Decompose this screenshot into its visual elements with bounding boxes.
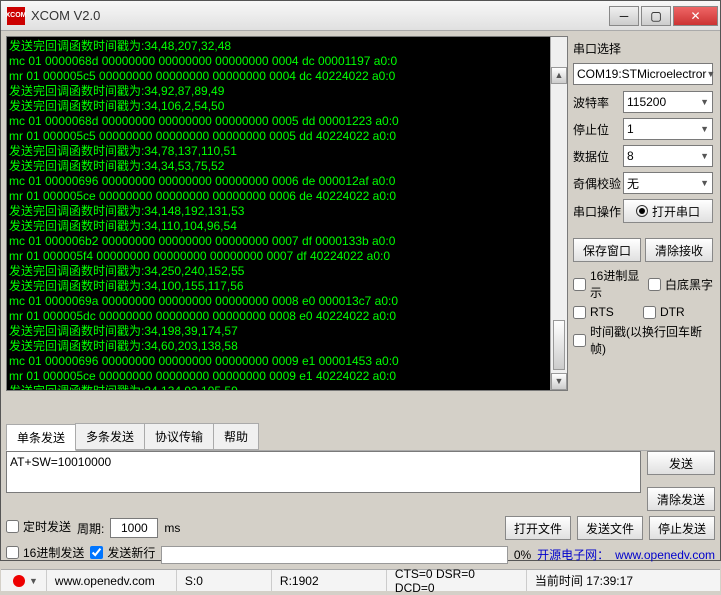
- baud-select[interactable]: 115200▼: [623, 91, 713, 113]
- hex-send-checkbox[interactable]: 16进制发送: [6, 544, 84, 561]
- status-signals: CTS=0 DSR=0 DCD=0: [387, 570, 527, 591]
- clear-receive-button[interactable]: 清除接收: [645, 238, 713, 262]
- send-tabs: 单条发送 多条发送 协议传输 帮助: [6, 423, 715, 451]
- app-icon: XCOM: [7, 7, 25, 25]
- parity-select[interactable]: 无▼: [623, 172, 713, 194]
- titlebar: XCOM XCOM V2.0 ─ ▢ ✕: [1, 1, 720, 31]
- terminal-line: 发送完回调函数时间戳为:34,198,39,174,57: [9, 324, 565, 339]
- terminal-line: mr 01 000005ce 00000000 00000000 0000000…: [9, 189, 565, 204]
- terminal-line: mc 01 0000068d 00000000 00000000 0000000…: [9, 114, 565, 129]
- stop-select[interactable]: 1▼: [623, 118, 713, 140]
- terminal-line: 发送完回调函数时间戳为:34,34,53,75,52: [9, 159, 565, 174]
- send-newline-checkbox[interactable]: 发送新行: [90, 544, 155, 561]
- terminal-line: mr 01 000005f4 00000000 00000000 0000000…: [9, 249, 565, 264]
- hex-show-checkbox[interactable]: 16进制显示: [573, 267, 648, 301]
- terminal-line: 发送完回调函数时间戳为:34,106,2,54,50: [9, 99, 565, 114]
- terminal-line: 发送完回调函数时间戳为:34,100,155,117,56: [9, 279, 565, 294]
- status-received: R:1902: [272, 570, 387, 591]
- scroll-thumb[interactable]: [553, 320, 565, 370]
- period-input[interactable]: [110, 518, 158, 538]
- timed-send-checkbox[interactable]: 定时发送: [6, 518, 71, 535]
- terminal-line: 发送完回调函数时间戳为:34,250,240,152,55: [9, 264, 565, 279]
- window-title: XCOM V2.0: [31, 8, 607, 23]
- terminal-line: 发送完回调函数时间戳为:34,148,192,131,53: [9, 204, 565, 219]
- promo-link[interactable]: www.openedv.com: [615, 548, 715, 562]
- open-port-button[interactable]: 打开串口: [623, 199, 713, 223]
- maximize-button[interactable]: ▢: [641, 6, 671, 26]
- terminal-line: mc 01 0000069a 00000000 00000000 0000000…: [9, 294, 565, 309]
- tab-single[interactable]: 单条发送: [6, 424, 76, 451]
- terminal-line: 发送完回调函数时间戳为:34,48,207,32,48: [9, 39, 565, 54]
- dtr-checkbox[interactable]: DTR: [643, 305, 713, 319]
- open-file-button[interactable]: 打开文件: [505, 516, 571, 540]
- terminal-line: 发送完回调函数时间戳为:34,78,137,110,51: [9, 144, 565, 159]
- radio-dot-icon: [636, 205, 648, 217]
- chevron-down-icon: ▼: [700, 124, 709, 134]
- chevron-down-icon: ▼: [700, 151, 709, 161]
- terminal-line: mr 01 000005c5 00000000 00000000 0000000…: [9, 69, 565, 84]
- save-window-button[interactable]: 保存窗口: [573, 238, 641, 262]
- side-panel: 串口选择 COM19:STMicroelectror▼ 波特率115200▼ 停…: [573, 31, 719, 423]
- status-bar: ▼ www.openedv.com S:0 R:1902 CTS=0 DSR=0…: [1, 569, 720, 591]
- baud-label: 波特率: [573, 94, 623, 111]
- op-label: 串口操作: [573, 203, 623, 220]
- port-select[interactable]: COM19:STMicroelectror▼: [573, 63, 713, 85]
- terminal-line: mc 01 000006b2 00000000 00000000 0000000…: [9, 234, 565, 249]
- close-button[interactable]: ✕: [673, 6, 718, 26]
- terminal-line: 发送完回调函数时间戳为:34,60,203,138,58: [9, 339, 565, 354]
- port-select-label: 串口选择: [573, 40, 713, 57]
- send-file-button[interactable]: 发送文件: [577, 516, 643, 540]
- status-time: 当前时间 17:39:17: [527, 570, 720, 591]
- terminal-scrollbar[interactable]: ▲ ▼: [550, 37, 567, 390]
- send-input[interactable]: [6, 451, 641, 493]
- tab-proto[interactable]: 协议传输: [144, 423, 214, 450]
- terminal-line: 发送完回调函数时间戳为:34,92,87,89,49: [9, 84, 565, 99]
- record-icon[interactable]: [13, 575, 25, 587]
- scroll-up-icon[interactable]: ▲: [551, 67, 567, 84]
- scroll-down-icon[interactable]: ▼: [551, 373, 567, 390]
- rts-checkbox[interactable]: RTS: [573, 305, 643, 319]
- terminal-line: mc 01 0000068d 00000000 00000000 0000000…: [9, 54, 565, 69]
- stop-label: 停止位: [573, 121, 623, 138]
- minimize-button[interactable]: ─: [609, 6, 639, 26]
- status-url[interactable]: www.openedv.com: [47, 570, 177, 591]
- promo-label: 开源电子网：: [537, 546, 609, 563]
- chevron-down-icon: ▼: [706, 69, 715, 79]
- chevron-down-icon: ▼: [700, 178, 709, 188]
- terminal-line: mr 01 000005dc 00000000 00000000 0000000…: [9, 309, 565, 324]
- terminal-line: mr 01 000005c5 00000000 00000000 0000000…: [9, 129, 565, 144]
- data-label: 数据位: [573, 148, 623, 165]
- terminal-line: 发送完回调函数时间戳为:34,134,92,195,59: [9, 384, 565, 391]
- terminal-line: 发送完回调函数时间戳为:34,110,104,96,54: [9, 219, 565, 234]
- chevron-down-icon[interactable]: ▼: [29, 576, 38, 586]
- terminal-line: mr 01 000005ce 00000000 00000000 0000000…: [9, 369, 565, 384]
- send-button[interactable]: 发送: [647, 451, 715, 475]
- data-select[interactable]: 8▼: [623, 145, 713, 167]
- clear-send-button[interactable]: 清除发送: [647, 487, 715, 511]
- stop-send-button[interactable]: 停止发送: [649, 516, 715, 540]
- chevron-down-icon: ▼: [700, 97, 709, 107]
- tab-multi[interactable]: 多条发送: [75, 423, 145, 450]
- period-unit: ms: [164, 521, 180, 535]
- period-label: 周期:: [77, 520, 104, 537]
- port-value: COM19:STMicroelectror: [577, 67, 706, 81]
- progress-pct: 0%: [514, 548, 531, 562]
- terminal-output[interactable]: 发送完回调函数时间戳为:34,48,207,32,48mc 01 0000068…: [6, 36, 568, 391]
- tab-help[interactable]: 帮助: [213, 423, 259, 450]
- timestamp-checkbox[interactable]: 时间戳(以换行回车断帧): [573, 323, 713, 357]
- status-sent: S:0: [177, 570, 272, 591]
- parity-label: 奇偶校验: [573, 175, 623, 192]
- white-bg-checkbox[interactable]: 白底黑字: [648, 267, 713, 301]
- terminal-line: mc 01 00000696 00000000 00000000 0000000…: [9, 174, 565, 189]
- terminal-line: mc 01 00000696 00000000 00000000 0000000…: [9, 354, 565, 369]
